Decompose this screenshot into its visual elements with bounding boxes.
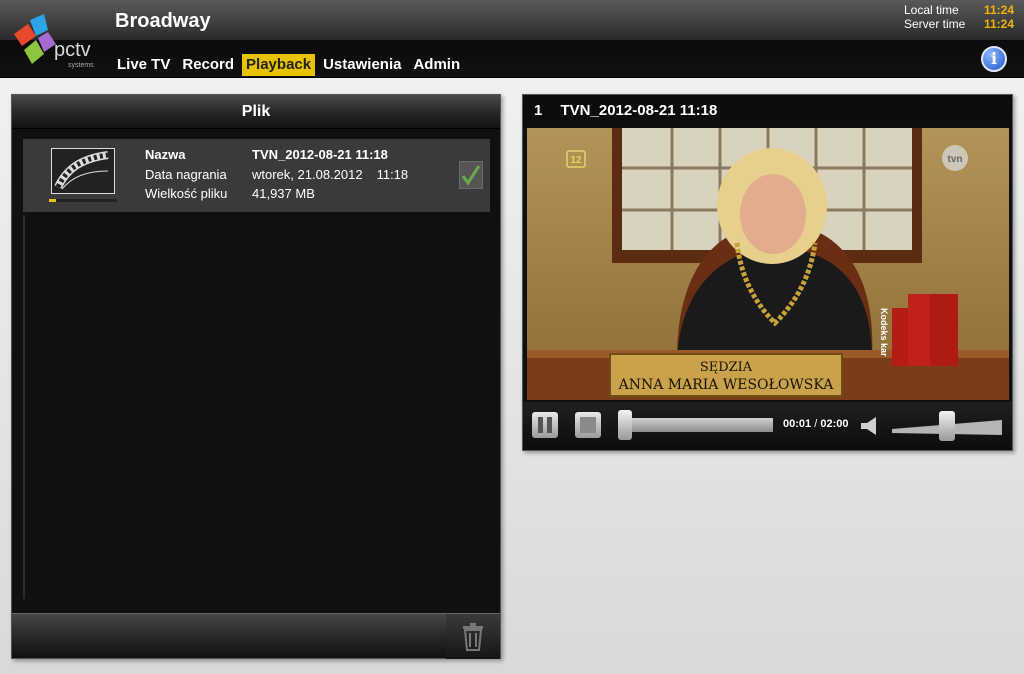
player-title: TVN_2012-08-21 11:18 [560,102,718,119]
clock-panel: Local time 11:24 Server time 11:24 [904,3,1014,31]
player-title-bar: 1 TVN_2012-08-21 11:18 [523,95,1012,127]
stop-button[interactable] [575,412,601,438]
pctv-logo: pctv systems [14,14,94,69]
playback-time: 00:01 / 02:00 [783,418,848,430]
main-nav: Live TV Record Playback Ustawienia Admin [113,54,464,76]
svg-text:ANNA MARIA WESOŁOWSKA: ANNA MARIA WESOŁOWSKA [618,377,835,393]
svg-text:tvn: tvn [948,154,963,165]
file-date-label: Data nagrania [145,166,227,182]
file-time-value: 11:18 [376,166,409,182]
file-panel: Plik Nazwa TVN_2012-08-21 11:18 Data nag… [11,94,501,659]
nav-settings[interactable]: Ustawienia [319,54,405,76]
video-player: 1 TVN_2012-08-21 11:18 Kodeks kar SĘDZIA… [522,94,1013,451]
file-date-value: wtorek, 21.08.2012 [252,166,363,182]
file-size-value: 41,937 MB [252,186,315,201]
svg-text:SĘDZIA: SĘDZIA [700,360,753,375]
app-header: pctv systems Broadway Local time 11:24 S… [0,0,1024,78]
server-time-value: 11:24 [983,17,1014,31]
file-panel-title: Plik [12,95,500,129]
nav-record[interactable]: Record [178,54,238,76]
file-size-row: Wielkość pliku 41,937 MB [145,184,408,204]
info-icon[interactable]: i [981,46,1007,72]
local-time-row: Local time 11:24 [904,3,1014,17]
file-date-row: Data nagrania wtorek, 21.08.2012 11:18 [145,165,408,185]
file-panel-footer [12,613,500,659]
file-name-value: TVN_2012-08-21 11:18 [252,147,388,162]
pause-button[interactable] [532,412,558,438]
server-time-label: Server time [904,17,966,31]
checkmark-icon [461,165,481,186]
total-duration: 02:00 [820,418,849,430]
seek-bar[interactable] [619,418,773,432]
nav-playback[interactable]: Playback [242,54,316,76]
volume-handle[interactable] [939,411,956,441]
nav-admin[interactable]: Admin [409,54,464,76]
stop-icon [580,417,596,433]
recording-progress-bar [49,199,117,202]
app-title: Broadway [115,10,211,32]
seek-handle[interactable] [618,410,633,440]
pause-icon [538,417,552,433]
svg-text:12: 12 [570,155,582,166]
speaker-icon[interactable] [859,415,881,437]
time-separator: / [814,418,818,430]
nav-live-tv[interactable]: Live TV [113,54,174,76]
elapsed-time: 00:01 [783,418,812,430]
local-time-value: 11:24 [983,3,1014,17]
server-time-row: Server time 11:24 [904,17,1014,31]
film-icon [51,148,115,194]
file-name-label: Nazwa [145,147,186,162]
file-size-label: Wielkość pliku [145,186,228,201]
local-time-label: Local time [904,3,959,17]
file-list-scrollbar[interactable] [23,215,25,599]
video-frame[interactable]: Kodeks kar SĘDZIA ANNA MARIA WESOŁOWSKA … [527,128,1009,400]
file-name-row: Nazwa TVN_2012-08-21 11:18 [145,145,408,165]
file-metadata: Nazwa TVN_2012-08-21 11:18 Data nagrania… [145,145,408,204]
player-controls: 00:01 / 02:00 [523,402,1012,450]
svg-text:Kodeks kar: Kodeks kar [879,308,889,357]
svg-text:systems: systems [68,62,94,69]
recording-progress-fill [49,199,56,202]
svg-text:pctv: pctv [54,39,91,61]
file-list-item[interactable]: Nazwa TVN_2012-08-21 11:18 Data nagrania… [23,139,490,212]
channel-index: 1 [534,102,543,119]
select-checkbox[interactable] [459,161,483,189]
trash-icon [463,623,483,651]
delete-button[interactable] [446,614,500,659]
